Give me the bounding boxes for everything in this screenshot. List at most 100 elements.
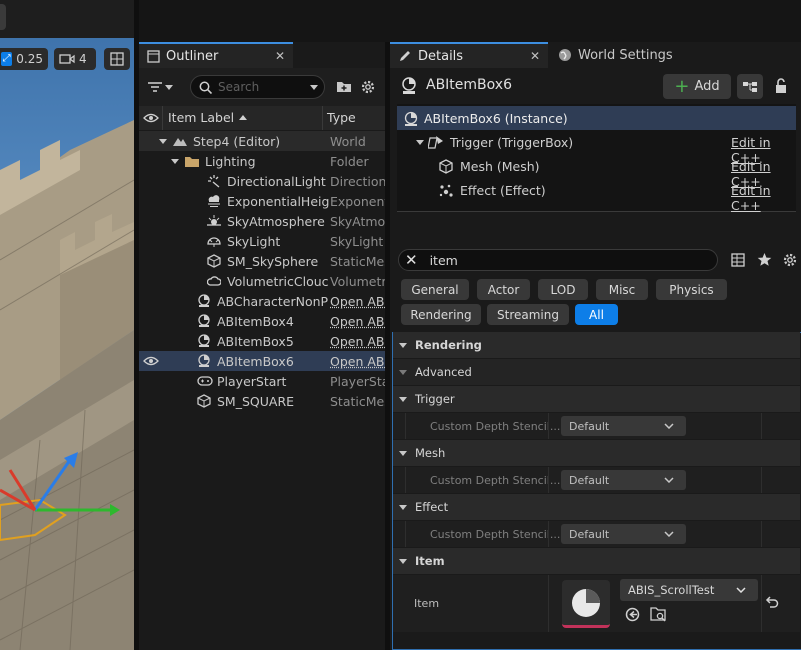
close-icon[interactable]: ✕ xyxy=(530,49,540,63)
section-rendering[interactable]: Rendering xyxy=(393,332,800,358)
component-label[interactable]: Effect (Effect) xyxy=(460,183,546,198)
add-folder-icon[interactable] xyxy=(336,79,352,93)
outliner-row[interactable]: ABCharacterNonPOpen ABC xyxy=(139,291,385,311)
filter-physics-button[interactable]: Physics xyxy=(656,279,727,300)
column-item-label[interactable]: Item Label xyxy=(168,110,248,125)
tab-details[interactable]: Details ✕ xyxy=(390,42,548,68)
component-label[interactable]: ABItemBox6 (Instance) xyxy=(424,111,568,126)
outliner-row-type: StaticMes xyxy=(330,253,385,269)
trigger-icon xyxy=(427,135,444,154)
filter-rendering-button[interactable]: Rendering xyxy=(401,304,481,325)
component-label[interactable]: Mesh (Mesh) xyxy=(460,159,540,174)
outliner-row-type: SkyAtmos xyxy=(330,213,385,229)
open-blueprint-link[interactable]: Open ABC xyxy=(330,294,385,309)
section-advanced[interactable]: Advanced xyxy=(393,359,800,385)
visibility-eye-icon[interactable] xyxy=(143,112,159,124)
outliner-row[interactable]: ABItemBox4 Open ABI xyxy=(139,311,385,331)
filter-button[interactable] xyxy=(148,78,182,96)
filter-actor-button[interactable]: Actor xyxy=(477,279,530,300)
filter-misc-button[interactable]: Misc xyxy=(596,279,648,300)
outliner-row[interactable]: VolumetricClouc Volumetri xyxy=(139,271,385,291)
world-icon xyxy=(173,134,187,148)
gear-icon[interactable] xyxy=(782,252,798,268)
top-strip xyxy=(139,0,801,42)
close-icon[interactable]: ✕ xyxy=(275,49,285,63)
outliner-row[interactable]: SkyAtmosphere SkyAtmos xyxy=(139,211,385,231)
outliner-row[interactable]: Lighting Folder xyxy=(139,151,385,171)
property-label: Custom Depth Stencil... xyxy=(430,473,561,487)
outliner-row[interactable]: ABItemBox6 Open ABI xyxy=(139,351,385,371)
component-label[interactable]: Trigger (TriggerBox) xyxy=(450,135,573,150)
add-component-button[interactable]: + Add xyxy=(663,74,731,99)
actor-name: ABItemBox6 xyxy=(426,77,512,93)
chevron-down-icon[interactable] xyxy=(171,159,179,164)
visibility-eye-icon[interactable] xyxy=(143,355,159,367)
tab-outliner[interactable]: Outliner ✕ xyxy=(139,42,293,68)
clear-search-icon[interactable]: ✕ xyxy=(405,251,418,269)
outliner-row[interactable]: PlayerStart PlayerSta xyxy=(139,371,385,391)
section-effect[interactable]: Effect xyxy=(393,494,800,520)
blueprint-button[interactable] xyxy=(737,74,763,99)
level-viewport[interactable]: ⤢ 0.25 4 xyxy=(0,0,134,650)
asset-picker-dropdown[interactable]: ABIS_ScrollTest xyxy=(620,579,758,601)
section-mesh[interactable]: Mesh xyxy=(393,440,800,466)
outliner-row[interactable]: ExponentialHeigExponenti xyxy=(139,191,385,211)
scale-snap-value: 0.25 xyxy=(16,52,43,66)
filter-streaming-button[interactable]: Streaming xyxy=(487,304,569,325)
edit-in-cpp-link[interactable]: Edit in C++ xyxy=(731,183,801,213)
use-selected-icon[interactable] xyxy=(625,607,640,622)
open-blueprint-link[interactable]: Open ABI xyxy=(330,314,385,329)
section-item[interactable]: Item xyxy=(393,548,800,574)
custom-depth-dropdown[interactable]: Default xyxy=(561,416,686,436)
outliner-row-label: Lighting xyxy=(205,153,256,169)
reset-to-default-icon[interactable] xyxy=(765,596,779,608)
details-search-input[interactable]: ✕ item xyxy=(398,249,718,271)
outliner-row[interactable]: Step4 (Editor) World xyxy=(139,131,385,151)
chevron-down-icon[interactable] xyxy=(159,139,167,144)
column-type[interactable]: Type xyxy=(327,110,356,125)
chevron-down-icon xyxy=(664,531,674,537)
outliner-row-label: ABItemBox6 xyxy=(217,353,294,369)
outliner-row[interactable]: DirectionalLightDirectiona xyxy=(139,171,385,191)
outliner-row[interactable]: SM_SQUARE StaticMes xyxy=(139,391,385,411)
cloud-icon xyxy=(206,274,222,288)
outliner-row-label: Step4 (Editor) xyxy=(193,133,281,149)
custom-depth-dropdown[interactable]: Default xyxy=(561,470,686,490)
custom-depth-dropdown[interactable]: Default xyxy=(561,524,686,544)
folder-icon xyxy=(185,154,199,168)
viewport-layout-button[interactable] xyxy=(104,48,130,70)
outliner-row-label: ABItemBox4 xyxy=(217,313,294,329)
outliner-row-label: ABCharacterNonP xyxy=(217,293,329,309)
table-view-icon[interactable] xyxy=(731,253,745,267)
property-label: Custom Depth Stencil... xyxy=(430,419,561,433)
open-blueprint-link[interactable]: Open ABI xyxy=(330,354,385,369)
scale-snap-button[interactable]: ⤢ 0.25 xyxy=(0,48,48,70)
camera-speed-button[interactable]: 4 xyxy=(54,48,96,70)
star-icon[interactable] xyxy=(757,252,772,267)
outliner-row[interactable]: ABItemBox5 Open ABI xyxy=(139,331,385,351)
fog-icon xyxy=(207,194,221,208)
outliner-row[interactable]: SM_SkySphere StaticMes xyxy=(139,251,385,271)
outliner-row[interactable]: SkyLight SkyLight xyxy=(139,231,385,251)
open-blueprint-link[interactable]: Open ABI xyxy=(330,334,385,349)
pencil-icon xyxy=(400,51,410,61)
lock-icon[interactable] xyxy=(774,78,788,94)
gear-icon[interactable] xyxy=(360,79,376,95)
actor-icon xyxy=(197,354,211,368)
tab-world-settings[interactable]: World Settings xyxy=(550,42,710,68)
dropdown-value: Default xyxy=(569,527,610,541)
chevron-down-icon[interactable] xyxy=(310,84,318,90)
sky-atmosphere-icon xyxy=(207,214,221,228)
filter-all-button[interactable]: All xyxy=(575,304,618,325)
filter-general-button[interactable]: General xyxy=(401,279,469,300)
skylight-icon xyxy=(207,234,221,248)
static-mesh-icon xyxy=(197,394,211,408)
castle-scene xyxy=(0,120,134,650)
outliner-search-input[interactable]: Search xyxy=(190,75,325,99)
section-trigger[interactable]: Trigger xyxy=(393,386,800,412)
chevron-down-icon xyxy=(399,342,407,348)
chevron-down-icon[interactable] xyxy=(416,140,424,145)
browse-folder-icon[interactable] xyxy=(650,606,667,622)
asset-thumbnail[interactable] xyxy=(562,580,610,628)
filter-lod-button[interactable]: LOD xyxy=(538,279,588,300)
